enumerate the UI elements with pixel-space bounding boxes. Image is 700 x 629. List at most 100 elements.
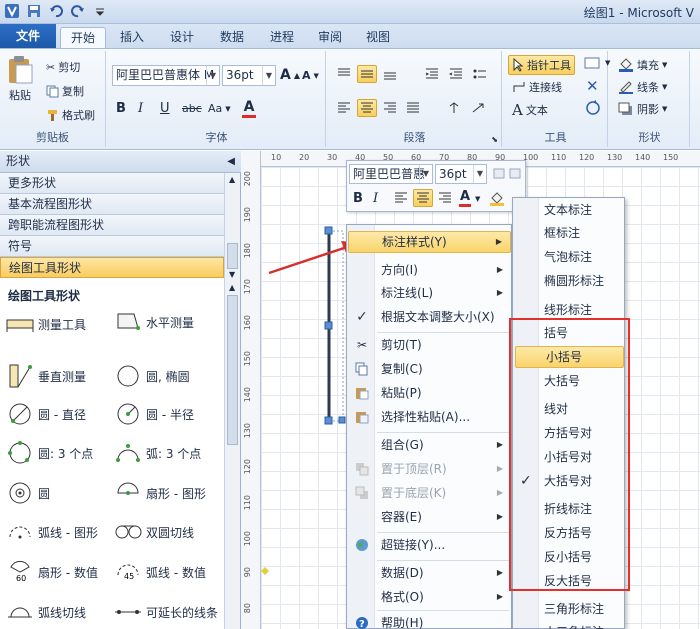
mini-fill-icon[interactable] xyxy=(489,191,505,207)
menu-item-bring-to-front[interactable]: 置于顶层(R) ▶ xyxy=(348,458,511,480)
submenu-item[interactable]: 三角形标注 xyxy=(514,598,625,620)
shape-extendable-line[interactable]: 可延长的线条 xyxy=(114,599,218,625)
menu-item-callout-line[interactable]: 标注线(L) ▶ xyxy=(348,282,511,304)
chevron-down-icon[interactable]: ▼ xyxy=(206,66,219,85)
mini-font-name-combo[interactable]: 阿里巴巴普惠 ▼ xyxy=(349,164,433,184)
tab-review[interactable]: 审阅 xyxy=(308,27,352,48)
tab-insert[interactable]: 插入 xyxy=(110,27,154,48)
shape-arc-value[interactable]: 45 弧线 - 数值 xyxy=(114,559,206,585)
menu-item-direction[interactable]: 方向(I) ▶ xyxy=(348,259,511,281)
menu-item-fit-to-text[interactable]: ✓ 根据文本调整大小(X) xyxy=(348,306,511,328)
tab-view[interactable]: 视图 xyxy=(356,27,400,48)
save-icon[interactable] xyxy=(26,3,42,19)
menu-item-container[interactable]: 容器(E) ▶ xyxy=(348,506,511,528)
menu-item-help[interactable]: ? 帮助(H) xyxy=(348,612,511,629)
increase-indent-icon[interactable] xyxy=(446,65,466,83)
pointer-tool-button[interactable]: 指针工具 xyxy=(508,55,575,75)
submenu-item[interactable]: 文本标注 xyxy=(514,199,625,221)
mini-grow-icon[interactable] xyxy=(493,166,507,180)
submenu-item[interactable]: 气泡标注 xyxy=(514,246,625,268)
close-icon[interactable]: ✕ xyxy=(586,77,599,95)
font-name-combo[interactable]: 阿里巴巴普惠体 M ▼ xyxy=(112,65,220,86)
menu-item-cut[interactable]: ✂ 剪切(T) xyxy=(348,334,511,356)
mini-align-right-icon[interactable] xyxy=(435,189,455,207)
format-painter-button[interactable]: 格式刷 xyxy=(46,107,95,123)
align-center-icon[interactable] xyxy=(357,99,377,117)
undo-icon[interactable] xyxy=(48,3,64,19)
shape-arc-3-points[interactable]: 弧: 3 个点 xyxy=(114,440,201,466)
decrease-indent-icon[interactable] xyxy=(422,65,442,83)
text-direction-icon[interactable] xyxy=(444,99,464,117)
shadow-button[interactable]: 阴影 ▼ xyxy=(618,101,667,117)
menu-item-copy[interactable]: 复制(C) xyxy=(348,358,511,380)
align-middle-icon[interactable] xyxy=(357,65,377,83)
font-size-combo[interactable]: 36pt ▼ xyxy=(222,65,276,86)
shape-circle-ellipse[interactable]: 圆, 椭圆 xyxy=(114,363,190,389)
shape-circle-diameter[interactable]: 圆 - 直径 xyxy=(6,401,86,427)
shape-sector-value[interactable]: 60 扇形 - 数值 xyxy=(6,559,98,585)
stencil-symbols[interactable]: 符号 xyxy=(0,236,224,257)
customize-qat-icon[interactable] xyxy=(92,3,108,19)
submenu-item[interactable]: 小三角标注 xyxy=(514,621,625,629)
bullets-icon[interactable] xyxy=(470,65,490,83)
chevron-down-icon[interactable]: ▼ xyxy=(419,165,432,183)
line-button[interactable]: 线条 ▼ xyxy=(618,79,667,95)
stencil-drawing-tools[interactable]: 绘图工具形状 xyxy=(0,257,224,278)
collapse-pane-icon[interactable]: ◀ xyxy=(227,151,235,172)
shape-circle-center[interactable]: 圆 xyxy=(6,480,50,506)
strikethrough-button[interactable]: abc xyxy=(182,102,202,115)
menu-item-group[interactable]: 组合(G) ▶ xyxy=(348,434,511,456)
bold-button[interactable]: B xyxy=(116,101,126,116)
shape-horizontal-measure[interactable]: 水平测量 xyxy=(114,309,194,335)
menu-item-send-to-back[interactable]: 置于底层(K) ▶ xyxy=(348,482,511,504)
chevron-down-icon[interactable]: ▼ xyxy=(473,165,486,183)
align-right-icon[interactable] xyxy=(380,99,400,117)
shape-sector-graphic[interactable]: 扇形 - 图形 xyxy=(114,480,206,506)
tab-file[interactable]: 文件 xyxy=(0,24,56,48)
shape-measure-tool[interactable]: 测量工具 xyxy=(6,311,86,337)
italic-button[interactable]: I xyxy=(138,101,143,116)
mini-font-color-button[interactable]: A xyxy=(459,189,471,207)
shape-circle-3-points[interactable]: 圆: 3 个点 xyxy=(6,440,93,466)
change-case-button[interactable]: Aa ▼ xyxy=(208,102,231,115)
stencil-basic-flowchart[interactable]: 基本流程图形状 xyxy=(0,194,224,215)
rectangle-tool-button[interactable]: ▼ xyxy=(584,57,610,69)
mini-italic-button[interactable]: I xyxy=(373,191,378,206)
underline-button[interactable]: U xyxy=(160,101,170,116)
mini-bold-button[interactable]: B xyxy=(353,191,363,206)
shape-arc-graphic[interactable]: 弧线 - 图形 xyxy=(6,519,98,545)
stencil-list-scrollbar[interactable]: ▲ ▼ xyxy=(224,173,240,281)
rotate-text-icon[interactable] xyxy=(468,99,488,117)
chevron-down-icon[interactable]: ▼ xyxy=(262,66,275,85)
text-tool-button[interactable]: A 文本 xyxy=(512,101,548,119)
mini-shrink-icon[interactable] xyxy=(509,166,523,180)
font-color-button[interactable]: A xyxy=(242,99,256,118)
connector-tool-button[interactable]: 连接线 xyxy=(512,79,562,95)
shape-arc-tangent[interactable]: 弧线切线 xyxy=(6,599,86,625)
paste-button[interactable]: 粘贴 xyxy=(6,55,34,103)
mini-font-size-combo[interactable]: 36pt ▼ xyxy=(435,164,487,184)
align-left-icon[interactable] xyxy=(334,99,354,117)
submenu-item[interactable]: 框标注 xyxy=(514,222,625,244)
menu-item-paste-special[interactable]: 选择性粘贴(A)... xyxy=(348,406,511,428)
chevron-down-icon[interactable]: ▼ xyxy=(475,195,480,203)
shrink-font-button[interactable]: A ▼ xyxy=(302,69,319,82)
menu-item-paste[interactable]: 粘贴(P) xyxy=(348,382,511,404)
menu-item-format[interactable]: 格式(O) ▶ xyxy=(348,586,511,608)
stencil-more-shapes[interactable]: 更多形状 xyxy=(0,173,224,194)
tab-design[interactable]: 设计 xyxy=(160,27,204,48)
dialog-launcher-icon[interactable]: ⬊ xyxy=(491,135,498,144)
shapes-scrollbar[interactable]: ▲ xyxy=(224,281,240,629)
justify-icon[interactable] xyxy=(403,99,423,117)
menu-item-data[interactable]: 数据(D) ▶ xyxy=(348,562,511,584)
rotate-shape-button[interactable] xyxy=(584,99,602,117)
tab-home[interactable]: 开始 xyxy=(60,27,106,49)
menu-item-hyperlink[interactable]: 超链接(Y)... xyxy=(348,534,511,556)
align-top-icon[interactable] xyxy=(334,65,354,83)
tab-process[interactable]: 进程 xyxy=(260,27,304,48)
align-bottom-icon[interactable] xyxy=(380,65,400,83)
fill-button[interactable]: 填充 ▼ xyxy=(618,57,667,73)
shape-vertical-measure[interactable]: 垂直测量 xyxy=(6,363,86,389)
grow-font-button[interactable]: A ▲ xyxy=(280,67,300,83)
mini-align-left-icon[interactable] xyxy=(391,189,411,207)
